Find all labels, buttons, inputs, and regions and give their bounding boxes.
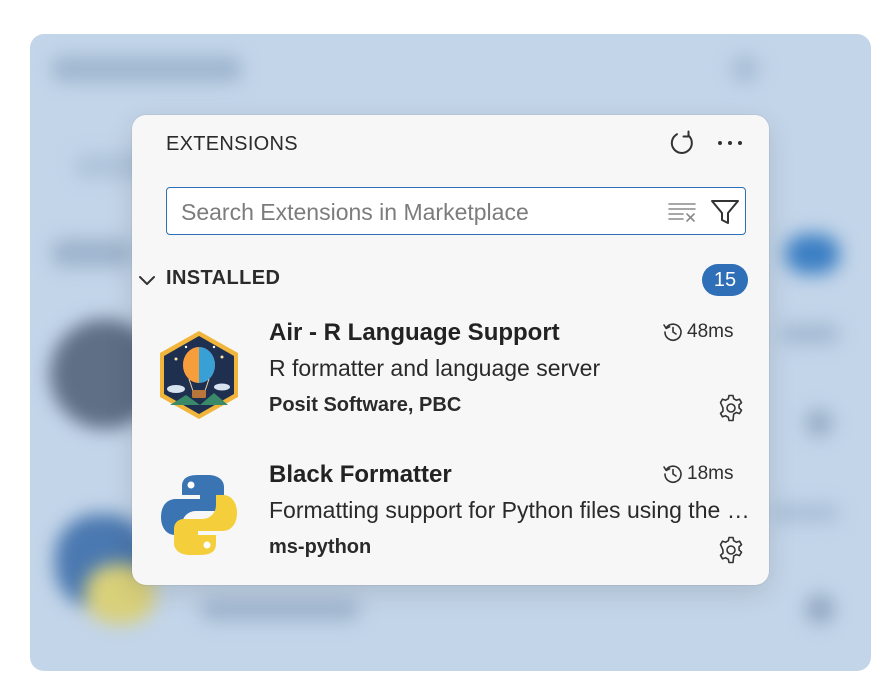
- air-balloon-logo: [160, 331, 238, 419]
- refresh-icon: [670, 130, 693, 154]
- chevron-down-icon: [139, 276, 155, 285]
- installed-section-header[interactable]: INSTALLED 15: [132, 263, 769, 297]
- search-input[interactable]: [179, 194, 653, 230]
- gear-icon[interactable]: [716, 393, 746, 423]
- extensions-panel: EXTENSIONS INS: [132, 115, 769, 585]
- extension-publisher: ms-python: [269, 536, 372, 558]
- more-actions-icon: [718, 141, 742, 145]
- extension-item[interactable]: Air - R Language Support 48ms R formatte…: [132, 319, 769, 449]
- activation-time: 18ms: [662, 463, 733, 485]
- refresh-button[interactable]: [664, 125, 700, 161]
- extension-name: Air - R Language Support: [269, 319, 560, 346]
- search-box: [166, 187, 746, 235]
- extension-description: Formatting support for Python files usin…: [269, 497, 753, 523]
- extension-publisher: Posit Software, PBC: [269, 394, 462, 416]
- extension-item[interactable]: Black Formatter 18ms Formatting support …: [132, 461, 769, 591]
- gear-icon[interactable]: [716, 535, 746, 565]
- extension-description: R formatter and language server: [269, 355, 601, 381]
- activation-time-value: 48ms: [687, 321, 734, 342]
- installed-count-badge: 15: [702, 264, 748, 296]
- history-icon: [663, 465, 682, 483]
- history-icon: [663, 323, 682, 341]
- python-logo: [161, 475, 237, 555]
- filter-icon[interactable]: [709, 196, 741, 228]
- activation-time: 48ms: [662, 321, 733, 343]
- section-title: INSTALLED: [166, 267, 281, 289]
- more-actions-button[interactable]: [712, 125, 748, 161]
- activation-time-value: 18ms: [687, 463, 734, 484]
- extension-name: Black Formatter: [269, 461, 452, 488]
- panel-title: EXTENSIONS: [166, 133, 298, 155]
- clear-search-icon[interactable]: [667, 198, 697, 226]
